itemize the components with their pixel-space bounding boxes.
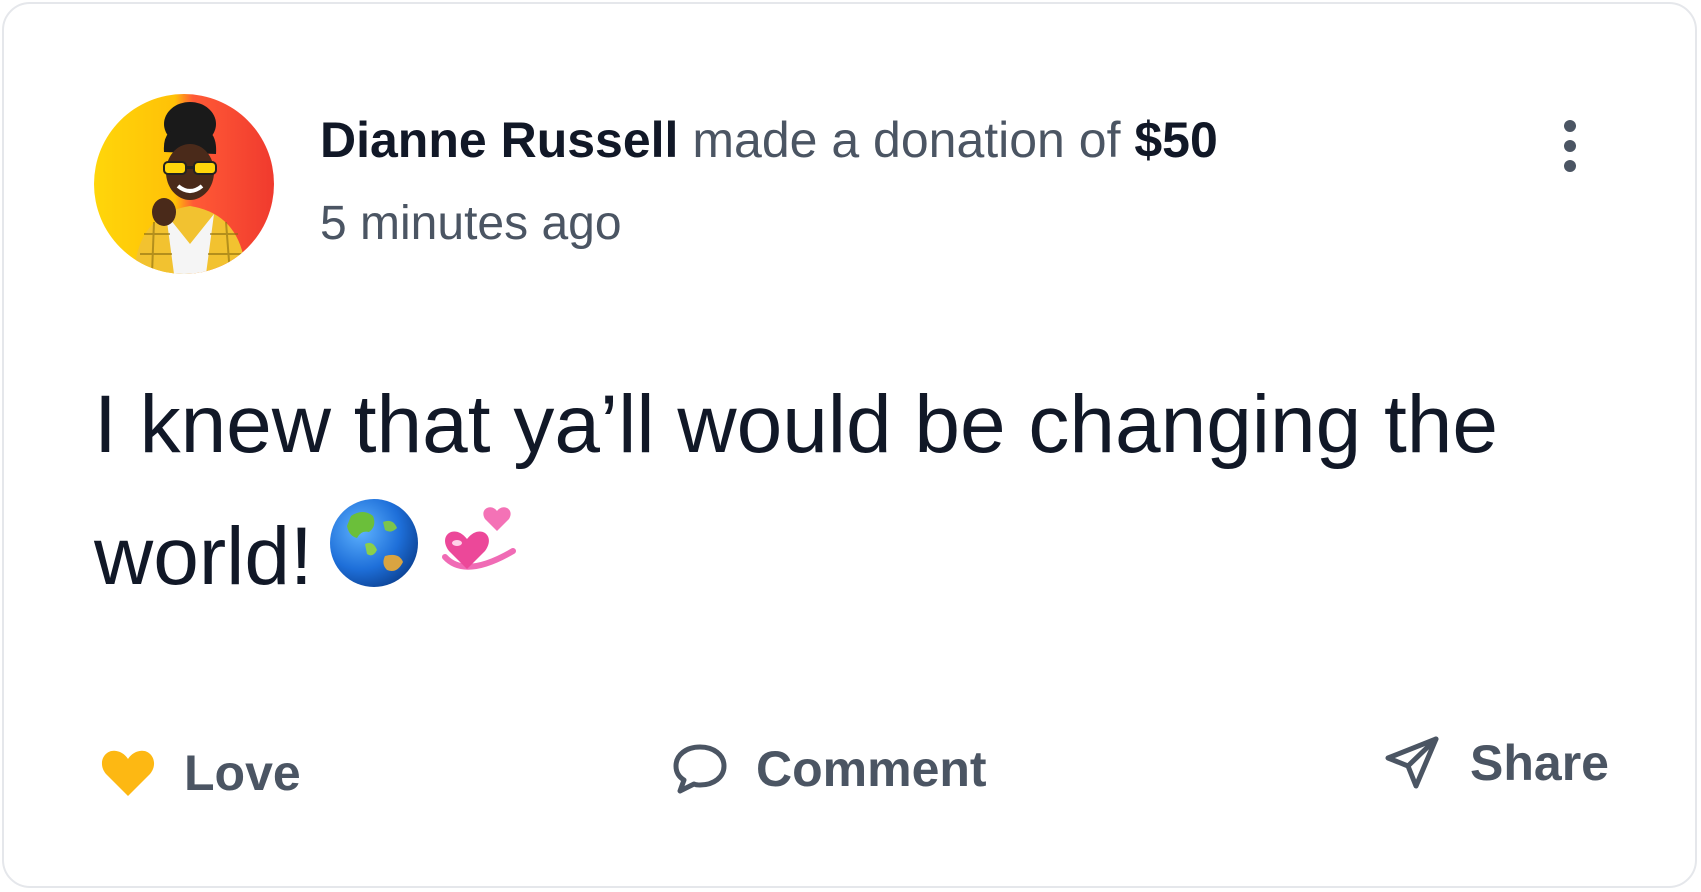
post-message: I knew that ya’ll would be changing the … xyxy=(94,359,1634,629)
post-header: Dianne Russell made a donation of $50 xyxy=(320,108,1218,172)
paper-plane-icon xyxy=(1385,736,1439,789)
timestamp: 5 minutes ago xyxy=(320,197,622,250)
share-label: Share xyxy=(1470,735,1609,791)
avatar[interactable] xyxy=(94,94,274,274)
speech-bubble-icon xyxy=(673,744,727,794)
more-options-button[interactable] xyxy=(1546,114,1594,178)
avatar-photo xyxy=(94,94,274,274)
love-button[interactable]: Love xyxy=(100,744,301,802)
love-label: Love xyxy=(184,745,301,801)
author-name[interactable]: Dianne Russell xyxy=(320,112,678,168)
post-message-text: I knew that ya’ll would be changing the … xyxy=(94,379,1499,602)
vertical-dots-icon xyxy=(1564,120,1576,172)
share-button[interactable]: Share xyxy=(1384,734,1609,792)
action-text: made a donation of xyxy=(692,112,1121,168)
revolving-hearts-emoji-icon xyxy=(435,496,525,628)
comment-label: Comment xyxy=(756,741,987,797)
comment-button[interactable]: Comment xyxy=(672,740,987,798)
donation-amount: $50 xyxy=(1134,112,1218,168)
globe-emoji-icon xyxy=(327,496,421,629)
donation-post-card: Dianne Russell made a donation of $50 5 … xyxy=(2,2,1697,888)
heart-icon xyxy=(101,750,155,796)
